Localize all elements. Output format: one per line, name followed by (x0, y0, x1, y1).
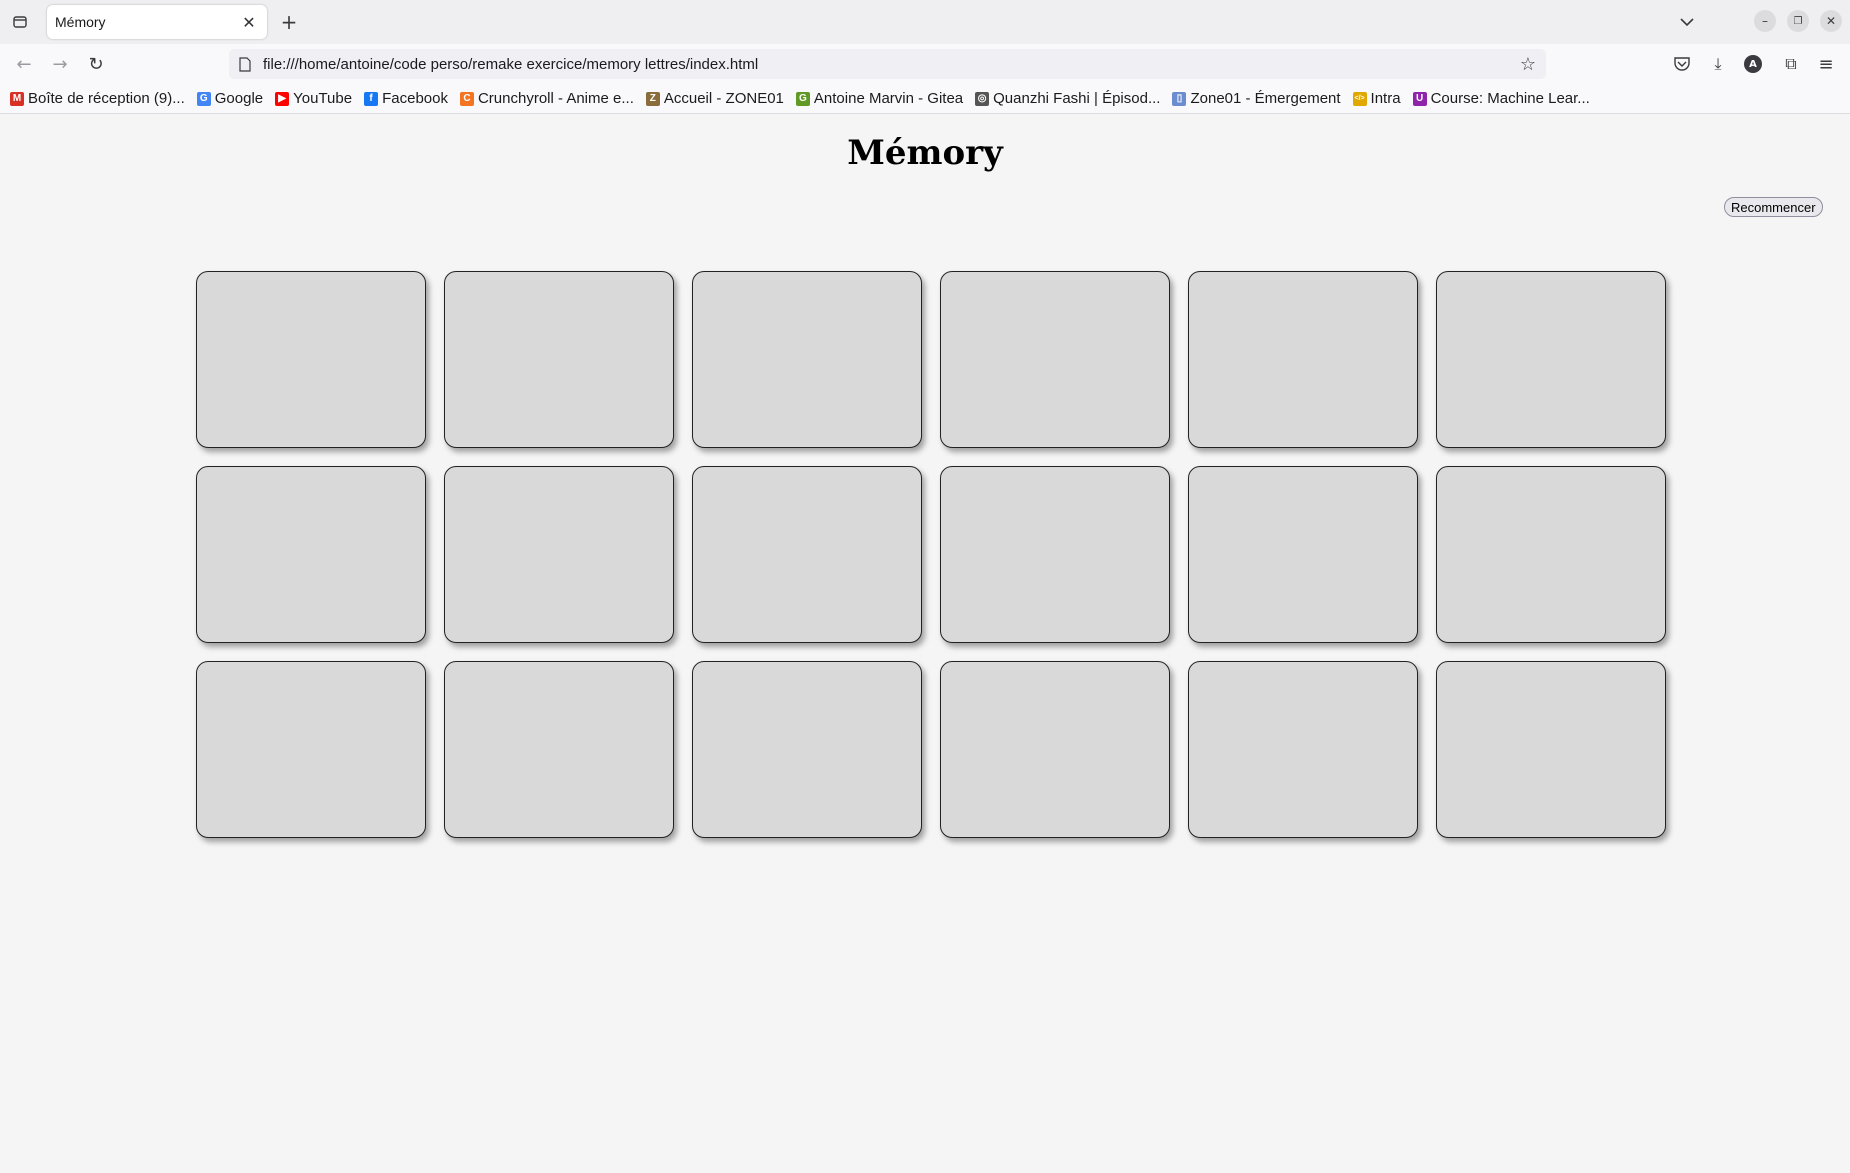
memory-card[interactable] (196, 271, 426, 448)
memory-card[interactable] (1188, 661, 1418, 838)
tab-bar: Mémory ✕ + – ❐ ✕ (0, 0, 1850, 44)
tab-list-icon[interactable] (8, 10, 32, 34)
facebook-icon: f (364, 91, 379, 106)
star-icon[interactable]: ☆ (1520, 54, 1536, 75)
new-tab-icon[interactable]: + (277, 10, 301, 34)
bookmark-item[interactable]: G Google (196, 90, 264, 107)
memory-card[interactable] (1436, 661, 1666, 838)
chevron-down-icon[interactable] (1675, 10, 1699, 34)
memory-card[interactable] (196, 661, 426, 838)
menu-icon[interactable]: ≡ (1814, 52, 1838, 76)
google-icon: G (196, 91, 211, 106)
code-icon: </> (1352, 91, 1367, 106)
gitea-icon: G (795, 91, 810, 106)
url-text[interactable]: file:///home/antoine/code perso/remake e… (263, 56, 1520, 73)
memory-card[interactable] (940, 466, 1170, 643)
memory-card[interactable] (692, 271, 922, 448)
youtube-icon: ▶ (275, 91, 290, 106)
page-icon (239, 56, 251, 72)
globe-icon: ◎ (975, 91, 990, 106)
bookmark-label: Crunchyroll - Anime e... (477, 90, 634, 107)
bookmark-item[interactable]: M Boîte de réception (9)... (10, 90, 185, 107)
course-icon: U (1412, 91, 1427, 106)
bookmark-item[interactable]: f Facebook (364, 90, 448, 107)
bookmark-label: Intra (1370, 90, 1401, 107)
memory-card[interactable] (1188, 271, 1418, 448)
card-grid (196, 271, 1666, 838)
restart-button[interactable]: Recommencer (1724, 197, 1823, 217)
bookmark-label: Facebook (382, 90, 448, 107)
bookmark-item[interactable]: ◎ Quanzhi Fashi | Épisod... (975, 90, 1160, 107)
bookmark-item[interactable]: U Course: Machine Lear... (1412, 90, 1590, 107)
memory-card[interactable] (444, 661, 674, 838)
bookmark-label: Accueil - ZONE01 (663, 90, 784, 107)
bookmark-label: Google (214, 90, 264, 107)
memory-card[interactable] (940, 661, 1170, 838)
memory-card[interactable] (940, 271, 1170, 448)
bookmark-label: Zone01 - Émergement (1190, 90, 1341, 107)
window-close-icon[interactable]: ✕ (1820, 10, 1842, 32)
extensions-icon[interactable]: ⧉ (1779, 52, 1803, 76)
memory-card[interactable] (444, 466, 674, 643)
memory-card[interactable] (1436, 466, 1666, 643)
zone01-icon: Z (645, 91, 660, 106)
reload-icon[interactable]: ↻ (84, 52, 108, 76)
minimize-icon[interactable]: – (1754, 10, 1776, 32)
memory-card[interactable] (1436, 271, 1666, 448)
bookmarks-toolbar: M Boîte de réception (9)... G Google ▶ YouTub… (0, 84, 1850, 114)
document-icon: ▯ (1172, 91, 1187, 106)
page-content: Mémory Recommencer (0, 115, 1850, 1173)
bookmark-item[interactable]: ▶ YouTube (275, 90, 352, 107)
memory-card[interactable] (1188, 466, 1418, 643)
bookmark-label: Antoine Marvin - Gitea (813, 90, 964, 107)
memory-card[interactable] (196, 466, 426, 643)
pocket-icon[interactable] (1670, 52, 1694, 76)
nav-bar: ← → ↻ file:///home/antoine/code perso/re… (0, 44, 1850, 84)
bookmark-item[interactable]: Z Accueil - ZONE01 (645, 90, 784, 107)
bookmark-label: Boîte de réception (9)... (28, 90, 185, 107)
bookmark-item[interactable]: C Crunchyroll - Anime e... (459, 90, 634, 107)
page-title: Mémory (847, 133, 1003, 173)
bookmark-label: Quanzhi Fashi | Épisod... (993, 90, 1161, 107)
memory-card[interactable] (692, 466, 922, 643)
memory-card[interactable] (444, 271, 674, 448)
crunchyroll-icon: C (459, 91, 474, 106)
forward-icon[interactable]: → (48, 52, 72, 76)
tab-title: Mémory (55, 14, 106, 30)
account-icon[interactable]: A (1744, 55, 1762, 73)
bookmark-item[interactable]: </> Intra (1352, 90, 1401, 107)
back-icon[interactable]: ← (12, 52, 36, 76)
bookmark-item[interactable]: G Antoine Marvin - Gitea (795, 90, 964, 107)
bookmark-item[interactable]: ▯ Zone01 - Émergement (1172, 90, 1341, 107)
bookmark-label: YouTube (293, 90, 353, 107)
memory-card[interactable] (692, 661, 922, 838)
url-bar[interactable]: file:///home/antoine/code perso/remake e… (229, 49, 1546, 79)
tab-memory[interactable]: Mémory ✕ (47, 5, 267, 39)
close-icon[interactable]: ✕ (237, 10, 261, 34)
gmail-icon: M (10, 91, 24, 106)
bookmark-label: Course: Machine Lear... (1430, 90, 1590, 107)
restore-icon[interactable]: ❐ (1787, 10, 1809, 32)
download-icon[interactable]: ⤓ (1706, 52, 1730, 76)
